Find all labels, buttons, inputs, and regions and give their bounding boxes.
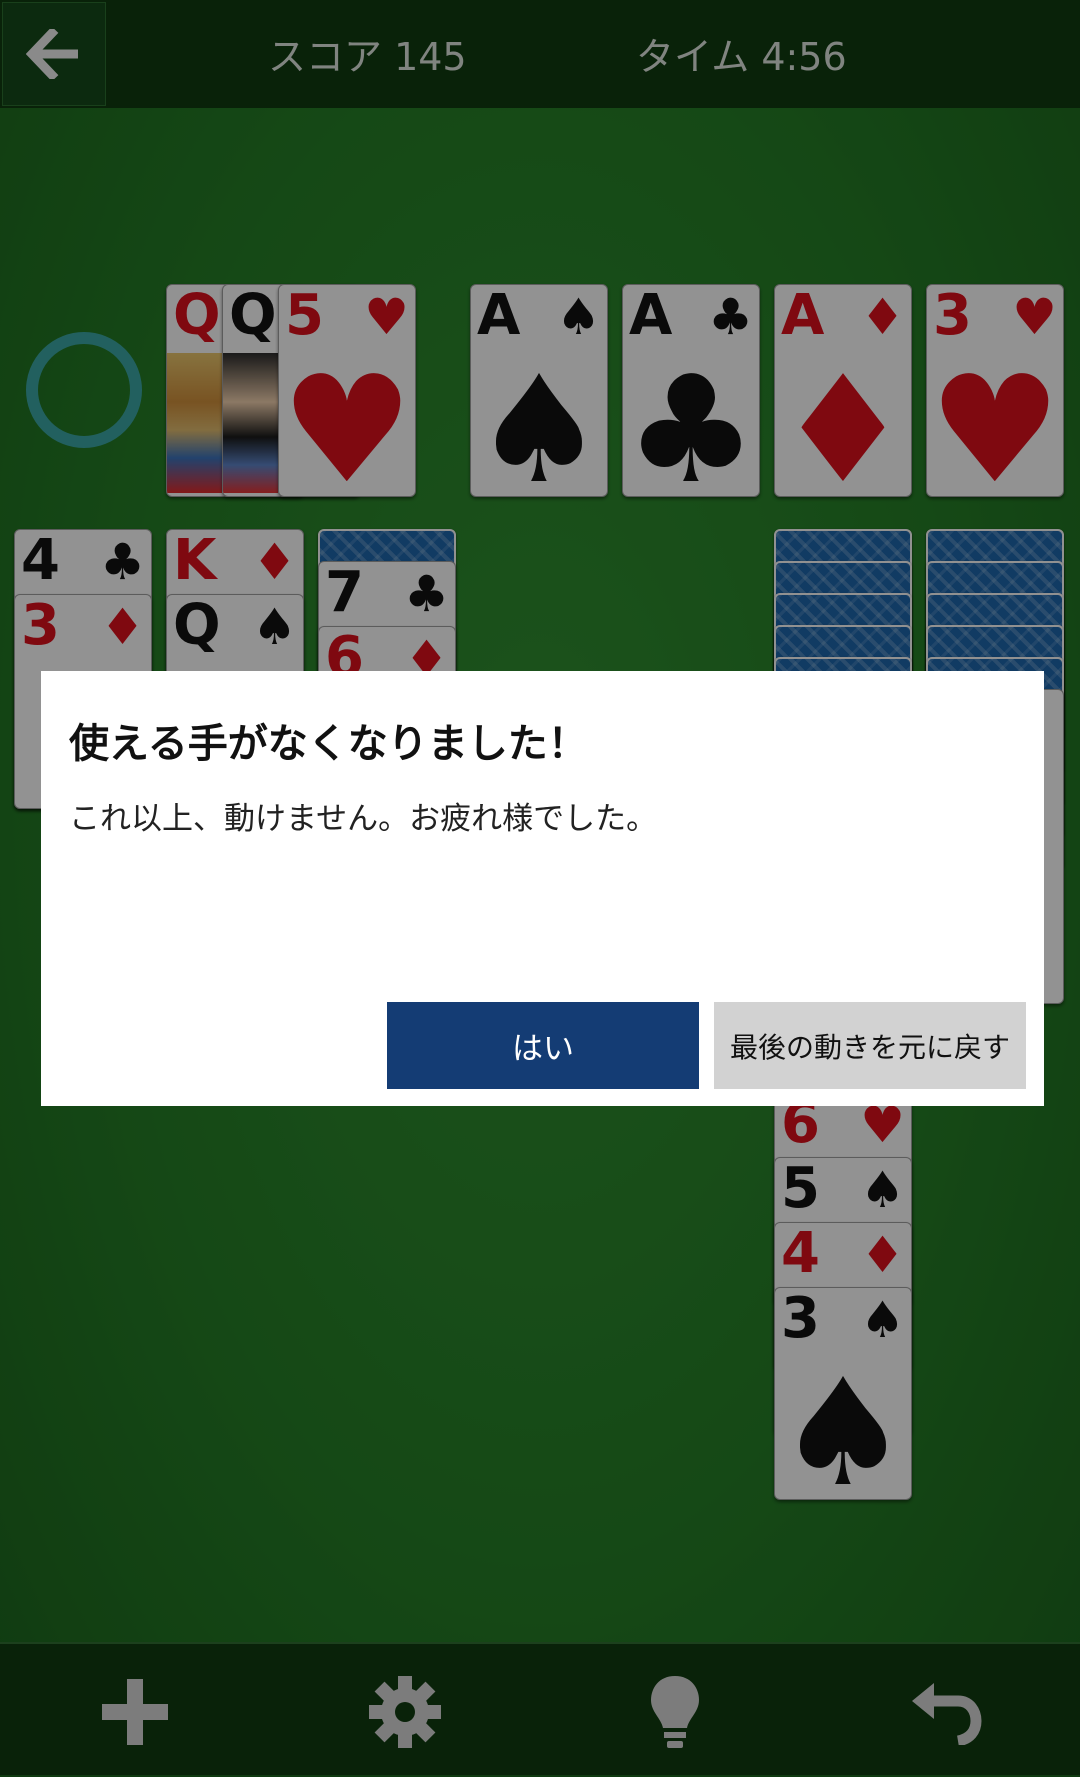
no-moves-dialog: 使える手がなくなりました！ これ以上、動けません。お疲れ様でした。 はい 最後の…: [41, 671, 1044, 1106]
yes-button[interactable]: はい: [387, 1002, 699, 1089]
dialog-message: これ以上、動けません。お疲れ様でした。: [69, 801, 658, 837]
dialog-title: 使える手がなくなりました！: [69, 721, 588, 767]
undo-last-move-button[interactable]: 最後の動きを元に戻す: [714, 1002, 1026, 1089]
